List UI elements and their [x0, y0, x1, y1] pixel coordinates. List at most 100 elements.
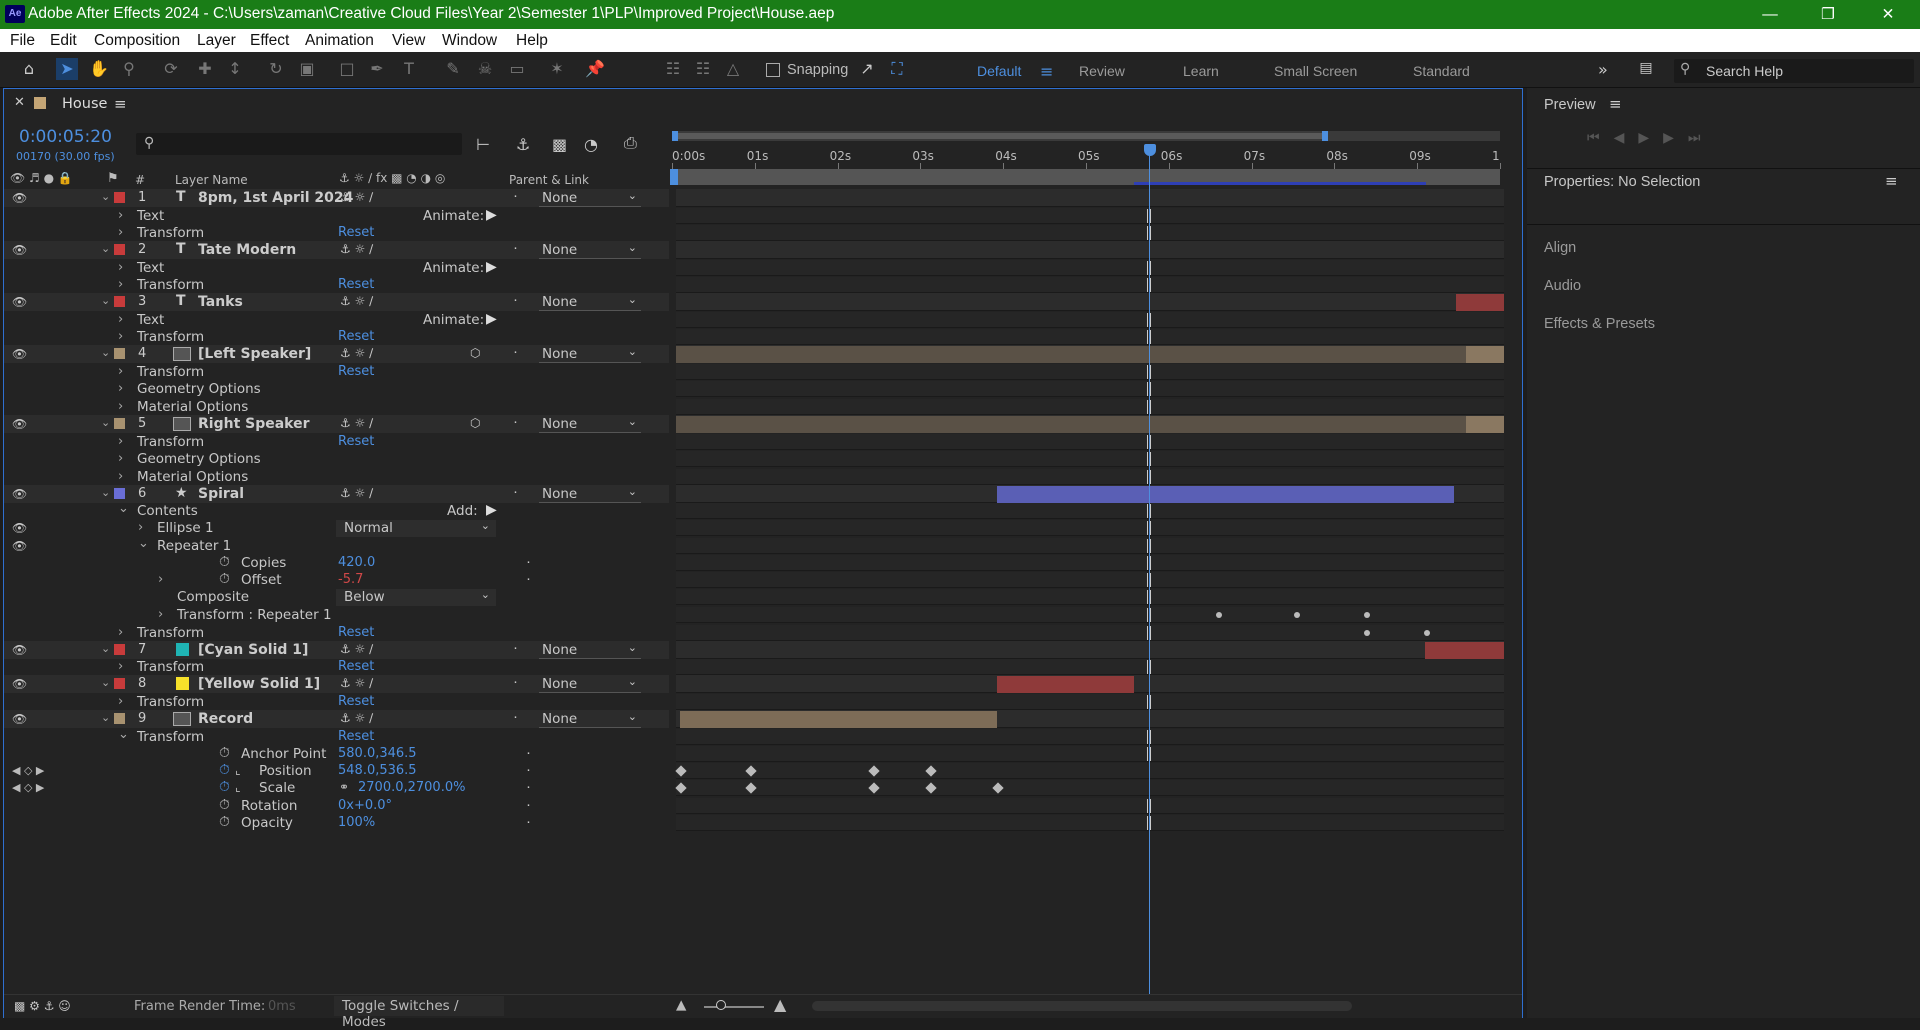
timeline-track[interactable] — [676, 555, 1504, 571]
pick-whip-icon[interactable]: ٠ — [512, 641, 519, 656]
twirl-icon[interactable]: › — [118, 381, 123, 396]
visibility-eye-icon[interactable]: 👁 — [12, 243, 27, 257]
pick-whip-icon[interactable]: ٠ — [512, 293, 519, 308]
property-value[interactable]: Reset — [338, 694, 374, 709]
timeline-track[interactable] — [676, 538, 1504, 554]
eraser-tool-icon[interactable]: ▭ — [506, 58, 528, 80]
property-value[interactable]: Reset — [338, 364, 374, 379]
graph-icon[interactable]: ⌞ — [235, 780, 241, 794]
twirl-icon[interactable]: ⌄ — [138, 536, 149, 551]
layer-name[interactable]: Tate Modern — [198, 242, 296, 258]
properties-menu-icon[interactable]: ≡ — [1885, 172, 1898, 190]
timeline-track[interactable] — [676, 503, 1504, 519]
effects-presets-panel[interactable]: Effects & Presets — [1544, 316, 1655, 332]
distribute-tool-icon[interactable]: ☷ — [692, 58, 714, 80]
frame-blending-icon[interactable]: ▩ — [552, 135, 567, 154]
pick-whip-icon[interactable]: ٠ — [525, 746, 532, 761]
property-value[interactable]: 0x+0.0° — [338, 798, 392, 813]
zoom-tool-icon[interactable]: ⚲ — [118, 58, 140, 80]
layer-name[interactable]: Tanks — [198, 294, 243, 310]
timeline-track[interactable] — [676, 641, 1504, 659]
zoom-slider-thumb[interactable] — [716, 1000, 726, 1010]
layer-duration-bar[interactable] — [676, 416, 1504, 433]
workspace-menu-icon[interactable]: ≡ — [1040, 62, 1053, 81]
visibility-eye-icon[interactable]: 👁 — [12, 347, 27, 361]
layer-name[interactable]: Record — [198, 711, 253, 727]
zoom-out-icon[interactable]: ▲ — [676, 997, 686, 1013]
timeline-track[interactable] — [676, 189, 1504, 207]
work-area-start[interactable] — [670, 169, 678, 185]
layer-name[interactable]: Right Speaker — [198, 416, 310, 432]
minimize-button[interactable]: — — [1750, 2, 1790, 28]
expression-keyframe-dot[interactable] — [1294, 612, 1300, 618]
pen-tool-icon[interactable]: ✒ — [366, 58, 388, 80]
layer-duration-bar[interactable] — [676, 346, 1504, 363]
play-circle-icon[interactable]: ▶ — [486, 259, 497, 275]
pick-whip-icon[interactable]: ٠ — [512, 189, 519, 204]
stopwatch-icon[interactable]: ⏱ — [219, 814, 230, 830]
timeline-track[interactable] — [676, 780, 1504, 796]
pick-whip-icon[interactable]: ٠ — [525, 780, 532, 795]
visibility-eye-icon[interactable]: 👁 — [12, 539, 27, 553]
property-value[interactable]: 420.0 — [338, 555, 375, 570]
label-color-swatch[interactable] — [114, 488, 125, 499]
motion-blur-icon[interactable]: ◔ — [584, 135, 598, 154]
comp-tab[interactable]: House — [62, 96, 107, 112]
label-color-swatch[interactable] — [114, 348, 125, 359]
visibility-eye-icon[interactable]: 👁 — [12, 712, 27, 726]
pan-tool-icon[interactable]: ✚ — [194, 58, 216, 80]
pick-whip-icon[interactable]: ٠ — [525, 555, 532, 570]
keyframe-navigator[interactable]: ◀ ◇ ▶ — [12, 764, 44, 777]
layer-switches[interactable]: ⚓ ☼ ∕ — [340, 242, 373, 256]
playback-controls[interactable]: ⏮◀▶▶⏭ — [1587, 130, 1715, 146]
property-value[interactable]: Reset — [338, 659, 374, 674]
stopwatch-icon[interactable]: ⏱ — [219, 779, 230, 795]
timeline-track[interactable] — [676, 589, 1504, 605]
layer-switches[interactable]: ⚓ ☼ ∕ — [340, 642, 373, 656]
draft-3d-icon[interactable]: ⚓ — [516, 135, 530, 154]
type-tool-icon[interactable]: T — [398, 58, 420, 80]
layer-row[interactable]: 👁 ⌄ 1 T 8pm, 1st April 2024 ⚓ ☼ ∕ ٠ None ⌄ — [4, 189, 1504, 210]
layer-duration-bar[interactable] — [997, 676, 1134, 693]
playhead-handle[interactable] — [1144, 144, 1156, 156]
menu-effect[interactable]: Effect — [250, 32, 289, 50]
property-value[interactable]: -5.7 — [338, 572, 363, 587]
timeline-track[interactable] — [676, 225, 1504, 241]
twirl-icon[interactable]: › — [118, 694, 123, 709]
menu-animation[interactable]: Animation — [305, 32, 374, 50]
property-value[interactable]: Reset — [338, 329, 374, 344]
parent-dropdown[interactable]: None ⌄ — [539, 641, 641, 659]
expression-keyframe-dot[interactable] — [1424, 630, 1430, 636]
timeline-track[interactable] — [676, 815, 1504, 831]
timeline-scrollbar[interactable] — [812, 1001, 1352, 1011]
twirl-icon[interactable]: › — [138, 520, 143, 535]
timeline-track[interactable] — [676, 381, 1504, 397]
twirl-icon[interactable]: › — [118, 260, 123, 275]
zoom-in-icon[interactable]: ▲ — [774, 995, 786, 1014]
preview-panel-title[interactable]: Preview — [1544, 97, 1596, 113]
roto-brush-tool-icon[interactable]: ✶ — [546, 58, 568, 80]
layer-name[interactable]: Spiral — [198, 486, 244, 502]
axis-tool-icon[interactable]: △ — [722, 58, 744, 80]
menu-help[interactable]: Help — [516, 32, 548, 50]
timeline-track[interactable] — [676, 434, 1504, 450]
layer-row[interactable]: 👁 ⌄ 2 T Tate Modern ⚓ ☼ ∕ ٠ None ⌄ — [4, 241, 1504, 262]
layer-duration-bar[interactable] — [1425, 642, 1504, 659]
comp-flowchart-icon[interactable]: ⊢ — [476, 135, 490, 154]
property-value[interactable]: 580.0,346.5 — [338, 746, 417, 761]
layer-switches[interactable]: ⚓ ☼ ∕ — [340, 294, 373, 308]
label-color-swatch[interactable] — [114, 418, 125, 429]
search-help-field[interactable]: ⚲ Search Help — [1674, 59, 1914, 83]
snap-target-icon[interactable]: ⛶ — [886, 58, 908, 80]
label-color-swatch[interactable] — [114, 678, 125, 689]
layer-name[interactable]: [Yellow Solid 1] — [198, 676, 320, 692]
workspace-default[interactable]: Default — [977, 63, 1021, 79]
layer-duration-bar[interactable] — [1466, 416, 1504, 433]
twirl-open-icon[interactable]: ⌄ — [101, 642, 110, 655]
close-tab-icon[interactable]: ✕ — [14, 95, 25, 110]
pick-whip-icon[interactable]: ٠ — [525, 815, 532, 830]
layer-name-column-header[interactable]: Layer Name — [175, 173, 248, 187]
pick-whip-icon[interactable]: ٠ — [525, 763, 532, 778]
timeline-track[interactable] — [676, 469, 1504, 485]
play-circle-icon[interactable]: ▶ — [486, 502, 497, 518]
